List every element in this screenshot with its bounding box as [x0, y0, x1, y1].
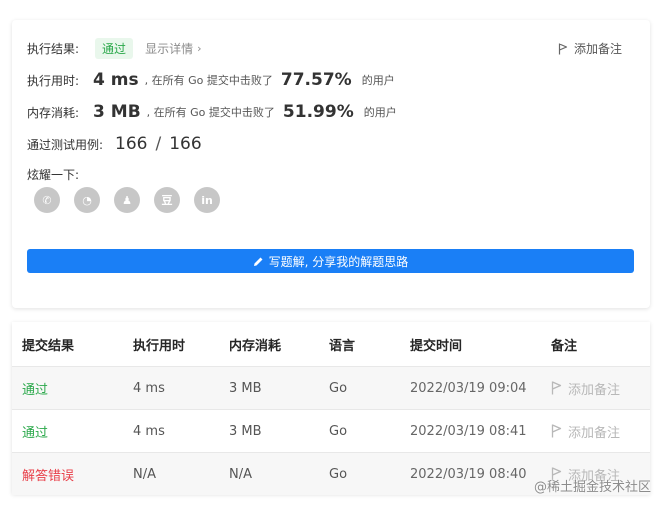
flag-icon — [551, 424, 562, 438]
row-add-note-button[interactable]: 添加备注 — [551, 367, 620, 409]
header-language: 语言 — [329, 338, 356, 354]
row-runtime: 4 ms — [133, 380, 165, 396]
memory-percent: 51.99% — [282, 102, 354, 122]
testcases-separator: / — [155, 134, 162, 154]
memory-value: 3 MB — [93, 102, 141, 122]
show-details-label: 显示详情 — [145, 42, 194, 56]
testcases-label: 通过测试用例: — [27, 137, 104, 152]
submissions-table: 提交结果 执行用时 内存消耗 语言 提交时间 备注 通过 4 ms 3 MB G… — [12, 322, 650, 495]
chevron-right-icon: › — [197, 42, 202, 55]
share-label: 炫耀一下: — [27, 168, 80, 182]
row-memory: 3 MB — [229, 380, 262, 396]
qq-icon[interactable]: ♟ — [114, 187, 140, 213]
row-language: Go — [329, 380, 348, 396]
row-runtime: N/A — [133, 466, 156, 482]
wechat-icon[interactable]: ✆ — [34, 187, 60, 213]
memory-row: 内存消耗: 3 MB , 在所有 Go 提交中击败了 51.99% 的用户 — [27, 102, 397, 122]
row-language: Go — [329, 466, 348, 482]
header-status: 提交结果 — [22, 338, 75, 354]
header-submit-time: 提交时间 — [410, 338, 463, 354]
table-row[interactable]: 通过 4 ms 3 MB Go 2022/03/19 09:04 添加备注 — [12, 366, 650, 409]
row-memory: N/A — [229, 466, 252, 482]
status-badge: 通过 — [95, 38, 134, 59]
row-status[interactable]: 通过 — [22, 367, 48, 409]
testcases-row: 通过测试用例: 166 / 166 — [27, 134, 202, 154]
result-card: 执行结果: 通过 显示详情 › 添加备注 执行用时: 4 ms , 在所有 Go… — [12, 20, 650, 308]
pencil-icon — [253, 257, 263, 266]
testcases-passed: 166 — [115, 134, 148, 154]
flag-icon — [558, 42, 568, 54]
result-row: 执行结果: 通过 显示详情 › — [27, 38, 201, 59]
header-note: 备注 — [551, 338, 578, 354]
row-submit-time: 2022/03/19 09:04 — [410, 380, 527, 396]
header-memory: 内存消耗 — [229, 338, 282, 354]
row-memory: 3 MB — [229, 423, 262, 439]
linkedin-icon[interactable]: in — [194, 187, 220, 213]
share-icons: ✆ ◔ ♟ 豆 in — [34, 187, 234, 213]
runtime-text-before: , 在所有 Go 提交中击败了 — [144, 74, 273, 87]
weibo-icon[interactable]: ◔ — [74, 187, 100, 213]
table-row[interactable]: 通过 4 ms 3 MB Go 2022/03/19 08:41 添加备注 — [12, 409, 650, 452]
write-solution-label: 写题解, 分享我的解题思路 — [268, 254, 409, 269]
row-add-note-label: 添加备注 — [568, 425, 621, 441]
row-submit-time: 2022/03/19 08:40 — [410, 466, 527, 482]
row-add-note-button[interactable]: 添加备注 — [551, 410, 620, 452]
add-note-label: 添加备注 — [573, 42, 622, 56]
row-status[interactable]: 通过 — [22, 410, 48, 452]
row-runtime: 4 ms — [133, 423, 165, 439]
add-note-button[interactable]: 添加备注 — [558, 40, 622, 57]
show-details-link[interactable]: 显示详情 › — [145, 40, 201, 57]
header-runtime: 执行用时 — [133, 338, 186, 354]
row-add-note-label: 添加备注 — [568, 382, 621, 398]
result-label: 执行结果: — [27, 42, 80, 56]
table-header: 提交结果 执行用时 内存消耗 语言 提交时间 备注 — [12, 322, 650, 366]
runtime-row: 执行用时: 4 ms , 在所有 Go 提交中击败了 77.57% 的用户 — [27, 70, 395, 90]
memory-text-after: 的用户 — [363, 106, 397, 119]
runtime-value: 4 ms — [93, 70, 139, 90]
write-solution-button[interactable]: 写题解, 分享我的解题思路 — [27, 249, 634, 273]
memory-text-before: , 在所有 Go 提交中击败了 — [146, 106, 275, 119]
memory-label: 内存消耗: — [27, 105, 80, 120]
row-status[interactable]: 解答错误 — [22, 453, 74, 495]
row-language: Go — [329, 423, 348, 439]
watermark: @稀土掘金技术社区 — [533, 480, 651, 495]
testcases-total: 166 — [169, 134, 202, 154]
share-row: 炫耀一下: — [27, 166, 79, 183]
row-submit-time: 2022/03/19 08:41 — [410, 423, 527, 439]
flag-icon — [551, 381, 562, 395]
runtime-label: 执行用时: — [27, 73, 80, 88]
runtime-percent: 77.57% — [280, 70, 352, 90]
runtime-text-after: 的用户 — [361, 74, 395, 87]
douban-icon[interactable]: 豆 — [154, 187, 180, 213]
